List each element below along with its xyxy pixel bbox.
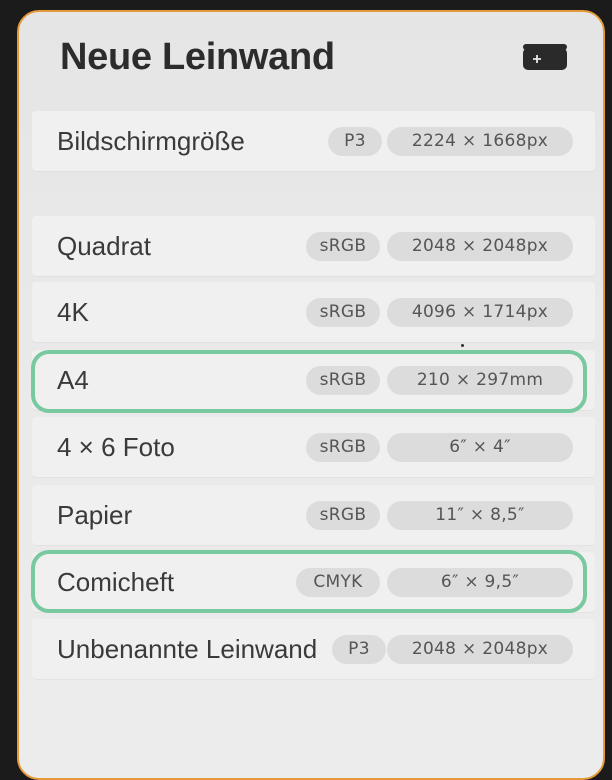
add-canvas-icon	[523, 44, 567, 70]
add-canvas-button[interactable]	[521, 43, 569, 71]
dimension-badge: 11″ × 8,5″	[387, 501, 573, 530]
dimension-badge: 6″ × 9,5″	[387, 568, 573, 597]
preset-row-comic[interactable]: Comicheft CMYK 6″ × 9,5″	[32, 552, 595, 612]
preset-name: Unbenannte Leinwand	[57, 634, 318, 664]
colorspace-badge: P3	[328, 127, 382, 156]
colorspace-badge: sRGB	[306, 433, 380, 462]
colorspace-badge: sRGB	[306, 298, 380, 327]
dimension-badge: 2224 × 1668px	[387, 127, 573, 156]
preset-name: Papier	[57, 500, 133, 530]
dimension-badge: 4096 × 1714px	[387, 298, 573, 327]
new-canvas-panel: Neue Leinwand Bildschirmgröße P3 2224 × …	[17, 10, 605, 780]
preset-row-square[interactable]: Quadrat sRGB 2048 × 2048px	[32, 216, 595, 276]
preset-row-photo[interactable]: 4 × 6 Foto sRGB 6″ × 4″	[32, 417, 595, 477]
panel-title: Neue Leinwand	[60, 36, 335, 78]
preset-name: Bildschirmgröße	[57, 126, 245, 156]
preset-row-screen-size[interactable]: Bildschirmgröße P3 2224 × 1668px	[32, 111, 595, 171]
stray-dot	[461, 344, 464, 347]
preset-row-paper[interactable]: Papier sRGB 11″ × 8,5″	[32, 485, 595, 545]
preset-row-4k[interactable]: 4K sRGB 4096 × 1714px	[32, 282, 595, 342]
dimension-badge: 2048 × 2048px	[387, 232, 573, 261]
dimension-badge: 6″ × 4″	[387, 433, 573, 462]
preset-name: 4 × 6 Foto	[57, 432, 175, 462]
preset-row-untitled[interactable]: Unbenannte Leinwand P3 2048 × 2048px	[32, 619, 595, 679]
colorspace-badge: CMYK	[296, 568, 380, 597]
preset-name: Comicheft	[57, 567, 175, 597]
dimension-badge: 2048 × 2048px	[387, 635, 573, 664]
colorspace-badge: P3	[332, 635, 386, 664]
preset-name: 4K	[57, 297, 89, 327]
preset-row-a4[interactable]: A4 sRGB 210 × 297mm	[32, 350, 595, 410]
dimension-badge: 210 × 297mm	[387, 366, 573, 395]
preset-name: A4	[57, 365, 89, 395]
colorspace-badge: sRGB	[306, 232, 380, 261]
preset-name: Quadrat	[57, 231, 151, 261]
colorspace-badge: sRGB	[306, 501, 380, 530]
colorspace-badge: sRGB	[306, 366, 380, 395]
